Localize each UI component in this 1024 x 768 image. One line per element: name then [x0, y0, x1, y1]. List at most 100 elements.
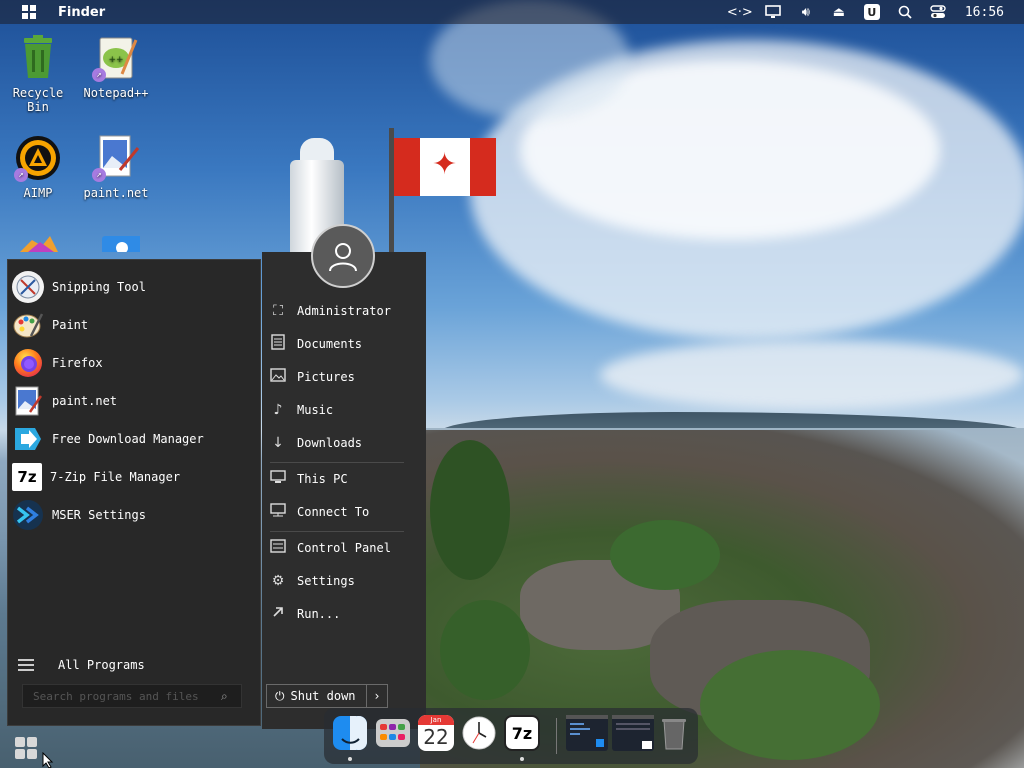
desktop-icon-label: Recycle Bin [12, 86, 64, 114]
power-icon: ⏻ [275, 688, 285, 703]
windows-logo-icon[interactable] [22, 5, 36, 19]
dock-launchpad[interactable] [375, 715, 411, 751]
shutdown-options-chevron-icon[interactable]: › [366, 685, 387, 707]
program-paint[interactable]: Paint [12, 308, 256, 342]
eject-icon[interactable]: ⏏ [827, 0, 851, 24]
desktop-icon-label: Notepad++ [83, 86, 149, 100]
place-documents[interactable]: Documents [268, 329, 418, 359]
recycle-bin-icon [14, 34, 62, 82]
clock[interactable]: 16:56 [965, 5, 1004, 20]
place-control-panel[interactable]: Control Panel [268, 533, 418, 563]
dock-trash[interactable] [656, 715, 692, 751]
program-label: MSER Settings [52, 508, 146, 522]
paint-net-icon: ↗ [92, 134, 140, 182]
dock-separator [556, 718, 557, 754]
program-7-zip[interactable]: 7z 7-Zip File Manager [12, 460, 256, 494]
place-downloads[interactable]: ↓ Downloads [268, 428, 418, 458]
dock-finder[interactable] [332, 715, 368, 751]
program-label: paint.net [52, 394, 118, 408]
control-center-icon[interactable] [926, 0, 950, 24]
dock-window-thumbnail-finder[interactable] [566, 715, 608, 751]
place-label: Settings [297, 574, 355, 588]
all-programs-label: All Programs [58, 658, 145, 672]
place-label: Control Panel [297, 541, 391, 555]
pictures-icon [268, 368, 288, 386]
system-tray: <·> 🔊︎ ⏏ U 16:56 [727, 0, 1024, 24]
desktop-icon-paint-net[interactable]: ↗ paint.net [80, 134, 152, 200]
place-label: This PC [297, 472, 348, 486]
desktop-icon-partial-2[interactable] [80, 234, 152, 252]
separator [270, 531, 404, 532]
dock-calendar[interactable]: Jan 22 [418, 715, 454, 751]
place-label: Run... [297, 607, 341, 621]
start-menu: Snipping Tool Paint Firefox paint.net Fr… [0, 224, 426, 729]
place-settings[interactable]: ⚙ Settings [268, 566, 418, 596]
desktop-icon-notepad-plus-plus[interactable]: ++ ↗ Notepad++ [80, 34, 152, 100]
all-programs-button[interactable]: All Programs [12, 648, 145, 682]
place-label: Documents [297, 337, 363, 351]
run-icon [268, 605, 288, 623]
dock-clock[interactable] [461, 715, 497, 751]
u-icon[interactable]: U [860, 0, 884, 24]
mser-settings-icon [12, 499, 44, 531]
search-icon[interactable]: ⌕ [221, 689, 228, 704]
search-icon[interactable] [893, 0, 917, 24]
place-this-pc[interactable]: This PC [268, 464, 418, 494]
separator [270, 462, 404, 463]
desktop-icon-recycle-bin[interactable]: Recycle Bin [2, 34, 74, 114]
desktop-icon-label: paint.net [83, 186, 149, 200]
dock: Jan 22 7z [324, 708, 698, 764]
place-label: Downloads [297, 436, 363, 450]
mouse-cursor-icon [42, 752, 54, 768]
program-label: Paint [52, 318, 89, 332]
desktop-icon-aimp[interactable]: ↗ AIMP [2, 134, 74, 200]
program-mser-settings[interactable]: MSER Settings [12, 498, 256, 532]
display-icon[interactable] [761, 0, 785, 24]
network-icon[interactable]: <·> [727, 0, 753, 24]
svg-text:++: ++ [108, 55, 123, 65]
user-folder-icon: ⛶ [273, 303, 283, 319]
start-button[interactable] [15, 737, 39, 759]
search-input[interactable] [23, 688, 221, 704]
dock-window-thumbnail-7-zip[interactable] [612, 715, 654, 751]
music-icon: ♪ [273, 402, 283, 418]
list-icon [18, 656, 34, 674]
program-label: Firefox [52, 356, 103, 370]
shutdown-button[interactable]: ⏻ Shut down › [266, 684, 388, 708]
desktop-icon-partial-1[interactable] [2, 234, 74, 252]
shutdown-label: Shut down [290, 689, 356, 703]
place-administrator[interactable]: ⛶ Administrator [268, 296, 418, 326]
active-app-name[interactable]: Finder [58, 5, 105, 20]
control-panel-icon [268, 539, 288, 557]
volume-icon[interactable]: 🔊︎ [794, 0, 818, 24]
program-free-download-manager[interactable]: Free Download Manager [12, 422, 256, 456]
7-zip-icon: 7z [511, 723, 533, 743]
notepad-plus-plus-icon: ++ ↗ [92, 34, 140, 82]
start-search-box[interactable]: ⌕ [22, 684, 242, 708]
place-pictures[interactable]: Pictures [268, 362, 418, 392]
programs-pane: Snipping Tool Paint Firefox paint.net Fr… [7, 259, 261, 726]
7-zip-icon-text: 7z [17, 468, 37, 486]
program-firefox[interactable]: Firefox [12, 346, 256, 380]
desktop-icon-label: AIMP [23, 186, 53, 200]
program-label: Snipping Tool [52, 280, 146, 294]
dock-7-zip[interactable]: 7z [504, 715, 540, 751]
place-connect-to[interactable]: Connect To [268, 497, 418, 527]
place-run[interactable]: Run... [268, 599, 418, 629]
canada-flag: ✦ [394, 138, 496, 196]
firefox-icon [12, 347, 44, 379]
paint-icon [12, 309, 44, 341]
place-label: Administrator [297, 304, 391, 318]
running-indicator [520, 757, 524, 761]
place-label: Music [297, 403, 334, 417]
place-music[interactable]: ♪ Music [268, 395, 418, 425]
program-snipping-tool[interactable]: Snipping Tool [12, 270, 256, 304]
free-download-manager-icon [12, 423, 44, 455]
user-avatar[interactable] [311, 224, 375, 288]
running-indicator [348, 757, 352, 761]
calendar-month: Jan [418, 715, 454, 725]
snipping-tool-icon [12, 271, 44, 303]
program-paint-net[interactable]: paint.net [12, 384, 256, 418]
7-zip-icon: 7z [12, 463, 42, 491]
app-icon [14, 234, 62, 252]
